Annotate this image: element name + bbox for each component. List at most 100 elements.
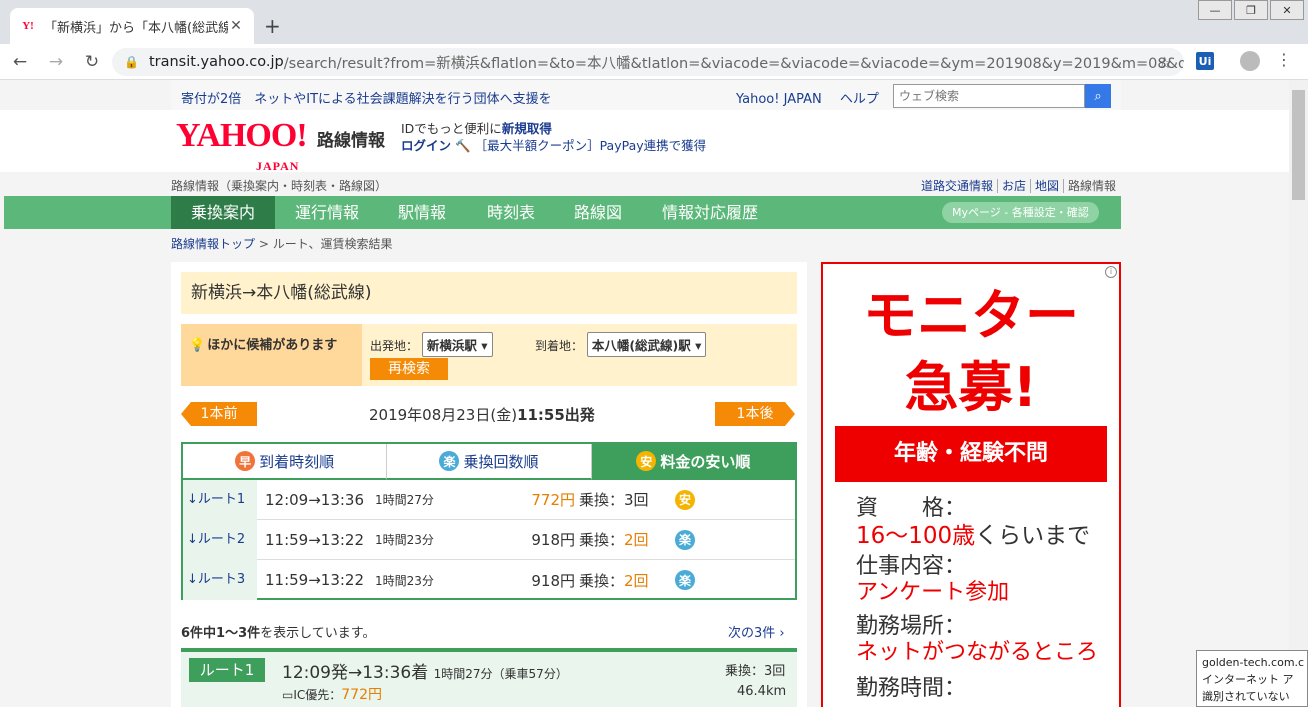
id-promo: IDでもっと便利に新規取得 ログイン 🔨 ［最大半額クーポン］PayPay連携で… [401, 121, 707, 153]
from-field: 出発地： 新横浜駅 ▾ [370, 332, 493, 357]
yahoo-top-header: 寄付が2倍 ネットやITによる社会課題解決を行う団体へ支援を Yahoo! JA… [171, 80, 1121, 110]
cheap-badge-icon: 安 [675, 489, 695, 510]
help-link[interactable]: ヘルプ [840, 92, 879, 107]
to-field: 到着地： 本八幡(総武線)駅 ▾ [535, 332, 707, 357]
route-detail-transfer: 乗換：3回 [725, 664, 786, 679]
donation-link[interactable]: 寄付が2倍 ネットやITによる社会課題解決を行う団体へ支援を [181, 88, 552, 107]
nav-timetable[interactable]: 時刻表 [487, 196, 535, 229]
route-distance: 46.4km [737, 684, 787, 699]
candidates-box: 💡 ほかに候補があります 出発地： 新横浜駅 ▾ 到着地： 本八幡(総武線)駅 ▾… [181, 324, 797, 386]
forward-icon[interactable]: → [40, 52, 72, 72]
service-title: 路線情報 [317, 131, 385, 151]
ad-headline-1: モニター [863, 284, 1079, 347]
from-select[interactable]: 新横浜駅 ▾ [421, 332, 493, 357]
login-link[interactable]: ログイン [401, 138, 451, 153]
extension-icon[interactable]: Ui [1196, 52, 1214, 70]
easy-badge-icon: 楽 [675, 529, 695, 550]
tab-arrival-order[interactable]: 早到着時刻順 [183, 444, 388, 480]
route-link[interactable]: ↓ルート3 [183, 560, 257, 600]
research-button[interactable]: 再検索 [370, 358, 448, 380]
map-link[interactable]: 地図 [1031, 179, 1065, 193]
nav-route-map[interactable]: 路線図 [574, 196, 622, 229]
easy-badge-icon: 楽 [439, 451, 460, 471]
to-select[interactable]: 本八幡(総武線)駅 ▾ [586, 332, 707, 357]
subbar-title: 路線情報（乗換案内・時刻表・路線図） [171, 179, 388, 193]
ad-headline-2: 急募! [904, 356, 1038, 419]
date-row: 1本前 2019年08月23日(金)11:55出発 1本後 [181, 402, 797, 428]
fast-badge-icon: 早 [235, 451, 256, 471]
profile-avatar-icon[interactable] [1240, 51, 1260, 71]
route-detail: ルート1 12:09発→13:36着 1時間27分（乗車57分） 乗換：3回 ▭… [181, 648, 797, 707]
easy-badge-icon: 楽 [675, 570, 695, 590]
service-links: 道路交通情報 お店 地図 路線情報 [917, 177, 1120, 194]
route-row[interactable]: ↓ルート3 11:59→13:22 1時間23分 918円 乗換：2回 楽 [183, 560, 795, 600]
results-panel: 新横浜→本八幡(総武線) 💡 ほかに候補があります 出発地： 新横浜駅 ▾ 到着地… [171, 262, 807, 707]
nav-service-info[interactable]: 運行情報 [295, 196, 359, 229]
route-link[interactable]: ↓ルート1 [183, 479, 257, 520]
shop-link[interactable]: お店 [998, 179, 1032, 193]
sort-box: 早到着時刻順 楽乗換回数順 安料金の安い順 ↓ルート1 12:09→13:36 … [181, 442, 797, 600]
search-button[interactable]: ⌕ [1085, 84, 1111, 108]
url-path: /search/result?from=新横浜&flatlon=&to=本八幡&… [283, 55, 1184, 72]
route-row[interactable]: ↓ルート2 11:59→13:22 1時間23分 918円 乗換：2回 楽 [183, 519, 795, 560]
traffic-link[interactable]: 道路交通情報 [917, 179, 999, 193]
search-title: 新横浜→本八幡(総武線) [181, 272, 797, 314]
nav-history[interactable]: 情報対応履歴 [662, 196, 758, 229]
mypage-button[interactable]: Myページ - 各種設定・確認 [942, 202, 1099, 223]
minimize-icon[interactable]: — [1198, 0, 1232, 20]
next-page-link[interactable]: 次の3件 › [728, 622, 785, 641]
breadcrumb: 路線情報トップ > ルート、運賃検索結果 [171, 237, 393, 251]
browser-tab[interactable]: Y! 「新横浜」から「本八幡(総武線 ✕ [10, 8, 254, 44]
ad-info-icon[interactable]: i [1105, 266, 1117, 278]
reload-icon[interactable]: ↻ [76, 52, 108, 72]
web-search-input[interactable] [893, 84, 1085, 108]
close-window-icon[interactable]: ✕ [1270, 0, 1304, 20]
route-list: ↓ルート1 12:09→13:36 1時間27分 772円 乗換：3回 安 ↓ル… [183, 479, 795, 600]
previous-train-button[interactable]: 1本前 [181, 402, 257, 426]
maximize-icon[interactable]: ❐ [1234, 0, 1268, 20]
tab-transfer-order[interactable]: 楽乗換回数順 [387, 444, 592, 480]
coupon-link[interactable]: ［最大半額クーポン］PayPay連携で獲得 [475, 138, 707, 153]
ad-band: 年齢・経験不問 [835, 426, 1107, 482]
transit-link: 路線情報 [1068, 179, 1117, 193]
tab-fare-order[interactable]: 安料金の安い順 [591, 444, 795, 480]
sub-bar: 路線情報（乗換案内・時刻表・路線図） 道路交通情報 お店 地図 路線情報 [0, 172, 1289, 196]
browser-menu-icon[interactable]: ⋮ [1276, 50, 1292, 69]
address-bar[interactable]: 🔒 transit.yahoo.co.jp/search/result?from… [112, 48, 1184, 76]
url-host: transit.yahoo.co.jp [148, 54, 284, 70]
bookmark-star-icon[interactable]: ☆ [1158, 53, 1172, 72]
new-tab-icon[interactable]: + [264, 14, 281, 38]
sort-tabs: 早到着時刻順 楽乗換回数順 安料金の安い順 [183, 444, 795, 480]
candidates-label: 💡 ほかに候補があります [181, 324, 362, 386]
search-icon: ⌕ [1094, 88, 1102, 104]
yahoo-logo[interactable]: YAHOO! JAPAN [176, 119, 308, 174]
lightbulb-icon: 💡 [189, 338, 206, 353]
results-summary: 6件中1～3件を表示しています。 [181, 626, 376, 641]
search-datetime: 2019年08月23日(金)11:55出発 [369, 406, 595, 424]
register-link[interactable]: 新規取得 [502, 121, 552, 136]
route-row[interactable]: ↓ルート1 12:09→13:36 1時間27分 772円 乗換：3回 安 [183, 479, 795, 520]
yahoo-japan-link[interactable]: Yahoo! JAPAN [736, 92, 822, 107]
advertisement[interactable]: i モニター 急募! 年齢・経験不問 資 格： 16～100歳くらいまで 仕事内… [821, 262, 1121, 707]
web-page: 寄付が2倍 ネットやITによる社会課題解決を行う団体へ支援を Yahoo! JA… [0, 80, 1289, 707]
scrollbar-thumb[interactable] [1292, 90, 1305, 200]
next-train-button[interactable]: 1本後 [715, 402, 795, 426]
nav-route-search[interactable]: 乗換案内 [171, 196, 276, 229]
cheap-badge-icon: 安 [636, 451, 657, 471]
logo-area: YAHOO! JAPAN 路線情報 IDでもっと便利に新規取得 ログイン 🔨 ［… [0, 110, 1289, 174]
back-icon[interactable]: ← [4, 52, 36, 72]
route-detail-time: 12:09発→13:36着 1時間27分（乗車57分） [282, 663, 568, 683]
browser-toolbar: ← → ↻ 🔒 transit.yahoo.co.jp/search/resul… [0, 44, 1308, 80]
chevron-right-icon: › [779, 626, 785, 641]
main-nav: 乗換案内 運行情報 駅情報 時刻表 路線図 情報対応履歴 Myページ - 各種設… [4, 196, 1121, 229]
route-link[interactable]: ↓ルート2 [183, 519, 257, 560]
ic-card-icon: ▭ [282, 688, 294, 702]
close-tab-icon[interactable]: ✕ [228, 18, 244, 34]
ic-fare: ▭IC優先：772円 [282, 687, 382, 703]
nav-station-info[interactable]: 駅情報 [398, 196, 446, 229]
page-scrollbar[interactable] [1289, 80, 1308, 707]
hammer-icon: 🔨 [455, 138, 471, 153]
breadcrumb-top-link[interactable]: 路線情報トップ [171, 237, 255, 251]
lock-icon: 🔒 [124, 55, 139, 69]
url-tooltip: golden-tech.com.c インターネット ア 識別されていない [1196, 650, 1308, 707]
